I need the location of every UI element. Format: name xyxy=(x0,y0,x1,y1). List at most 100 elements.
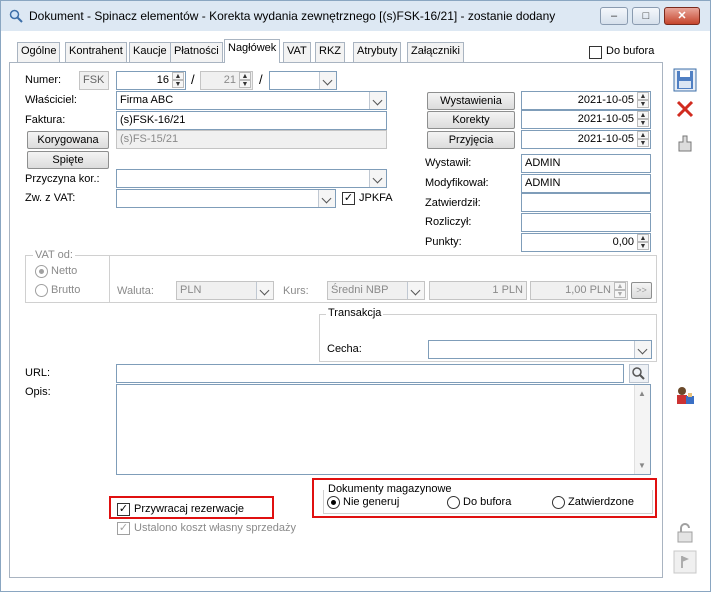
korekty-date-field[interactable]: 2021-10-05 ▲ ▼ xyxy=(521,110,651,129)
numer-value: 16 xyxy=(156,74,169,86)
flag-icon[interactable] xyxy=(673,550,697,574)
numer-label: Numer: xyxy=(25,74,62,86)
punkty-field[interactable]: 0,00 ▲ ▼ xyxy=(521,233,651,252)
tab-zalaczniki[interactable]: Załączniki xyxy=(407,42,464,62)
unlock-icon[interactable] xyxy=(673,521,697,545)
url-field[interactable] xyxy=(116,364,624,383)
jpkfa-checkbox[interactable]: ✓ xyxy=(342,192,355,205)
korekty-button[interactable]: Korekty xyxy=(427,111,515,129)
waluta-value: PLN xyxy=(180,284,202,296)
waluta-label: Waluta: xyxy=(117,285,154,297)
do-bufora-label: Do bufora xyxy=(606,45,655,57)
zw-vat-select[interactable] xyxy=(116,189,336,208)
rate-spinner: ▲ ▼ xyxy=(614,282,626,299)
approve-icon[interactable] xyxy=(673,131,697,155)
opis-scrollbar[interactable]: ▲ ▼ xyxy=(634,385,650,474)
ustalono-checkbox[interactable]: ✓ xyxy=(117,522,130,535)
date-spinner[interactable]: ▲ ▼ xyxy=(637,111,649,128)
maximize-button[interactable]: □ xyxy=(632,7,660,25)
numer-slash-1: / xyxy=(191,72,195,87)
do-bufora-checkbox[interactable] xyxy=(589,46,602,59)
chevron-down-icon xyxy=(256,282,273,299)
wlasciciel-value: Firma ABC xyxy=(120,94,174,106)
cancel-icon[interactable] xyxy=(673,97,697,121)
tab-platnosci[interactable]: Płatności xyxy=(170,42,223,62)
numer-series-select[interactable] xyxy=(269,71,337,90)
tab-kaucje[interactable]: Kaucje xyxy=(129,42,171,62)
faktura-label: Faktura: xyxy=(25,114,66,126)
faktura-field[interactable]: (s)FSK-16/21 xyxy=(116,111,387,130)
rozliczyl-field xyxy=(521,213,651,232)
przyjecia-date-field[interactable]: 2021-10-05 ▲ ▼ xyxy=(521,130,651,149)
chevron-down-icon xyxy=(407,282,424,299)
zatwierdzil-field xyxy=(521,193,651,212)
kurs-select[interactable]: Średni NBP xyxy=(327,281,425,300)
tab-atrybuty[interactable]: Atrybuty xyxy=(353,42,402,62)
przyczyna-select[interactable] xyxy=(116,169,387,188)
chevron-down-icon xyxy=(634,341,651,358)
brutto-label: Brutto xyxy=(51,284,81,296)
scroll-up-icon[interactable]: ▲ xyxy=(638,389,646,398)
chevron-down-icon xyxy=(369,170,386,187)
zatwierdzone-radio[interactable] xyxy=(552,496,565,509)
przywracaj-label: Przywracaj rezerwacje xyxy=(134,503,245,515)
vat-divider xyxy=(109,255,110,303)
korygowana-button[interactable]: Korygowana xyxy=(27,131,109,149)
spiete-button[interactable]: Spięte xyxy=(27,151,109,169)
save-icon[interactable] xyxy=(673,68,697,92)
tab-rkz[interactable]: RKZ xyxy=(315,42,345,62)
chevron-down-icon xyxy=(369,92,386,109)
korekty-date: 2021-10-05 xyxy=(577,113,634,125)
nie-generuj-radio[interactable] xyxy=(327,496,340,509)
zw-vat-label: Zw. z VAT: xyxy=(25,192,76,204)
numer-spinner[interactable]: ▲ ▼ xyxy=(172,72,184,89)
do-bufora-radio-label: Do bufora xyxy=(463,496,512,508)
kurs-label: Kurs: xyxy=(283,285,309,297)
rate-right-value: 1,00 PLN xyxy=(565,284,611,296)
magnifier-icon xyxy=(9,9,23,23)
przyczyna-label: Przyczyna kor.: xyxy=(25,173,100,185)
wystawienia-date-field[interactable]: 2021-10-05 ▲ ▼ xyxy=(521,91,651,110)
wystawienia-button[interactable]: Wystawienia xyxy=(427,92,515,110)
brutto-radio[interactable] xyxy=(35,284,48,297)
year-spinner[interactable]: ▲ ▼ xyxy=(239,72,251,89)
wystawil-label: Wystawił: xyxy=(425,157,472,169)
opis-textarea[interactable]: ▲ ▼ xyxy=(116,384,651,475)
numer-year: 21 xyxy=(223,74,236,86)
cecha-label: Cecha: xyxy=(327,343,362,355)
tab-kontrahent[interactable]: Kontrahent xyxy=(65,42,127,62)
date-spinner[interactable]: ▲ ▼ xyxy=(637,131,649,148)
more-button[interactable]: >> xyxy=(631,282,652,299)
zatwierdzil-label: Zatwierdził: xyxy=(425,197,481,209)
tab-vat[interactable]: VAT xyxy=(283,42,311,62)
tab-ogolne[interactable]: Ogólne xyxy=(17,42,61,62)
chevron-down-icon xyxy=(319,72,336,89)
url-search-icon[interactable] xyxy=(629,364,649,383)
nie-generuj-label: Nie generuj xyxy=(343,496,400,508)
rate-right-field: 1,00 PLN ▲ ▼ xyxy=(530,281,628,300)
minimize-button[interactable]: – xyxy=(600,7,628,25)
date-spinner[interactable]: ▲ ▼ xyxy=(637,92,649,109)
netto-radio[interactable] xyxy=(35,265,48,278)
numer-prefix: FSK xyxy=(79,71,109,90)
ustalono-label: Ustalono koszt własny sprzedaży xyxy=(134,522,297,534)
numer-year-field[interactable]: 21 ▲ ▼ xyxy=(200,71,253,90)
numer-slash-2: / xyxy=(259,72,263,87)
numer-value-field[interactable]: 16 ▲ ▼ xyxy=(116,71,186,90)
close-button[interactable]: ✕ xyxy=(664,7,700,25)
przyjecia-button[interactable]: Przyjęcia xyxy=(427,131,515,149)
opis-label: Opis: xyxy=(25,386,51,398)
do-bufora-radio[interactable] xyxy=(447,496,460,509)
waluta-select[interactable]: PLN xyxy=(176,281,274,300)
scroll-down-icon[interactable]: ▼ xyxy=(638,461,646,470)
tab-naglowek[interactable]: Nagłówek xyxy=(224,39,281,63)
wlasciciel-select[interactable]: Firma ABC xyxy=(116,91,387,110)
punkty-spinner[interactable]: ▲ ▼ xyxy=(637,234,649,251)
users-icon[interactable] xyxy=(673,384,697,408)
korygowana-field: (s)FS-15/21 xyxy=(116,130,387,149)
url-label: URL: xyxy=(25,367,51,379)
rozliczyl-label: Rozliczył: xyxy=(425,216,472,228)
cecha-select[interactable] xyxy=(428,340,652,359)
przywracaj-checkbox[interactable]: ✓ xyxy=(117,503,130,516)
jpkfa-label: JPKFA xyxy=(359,192,393,204)
